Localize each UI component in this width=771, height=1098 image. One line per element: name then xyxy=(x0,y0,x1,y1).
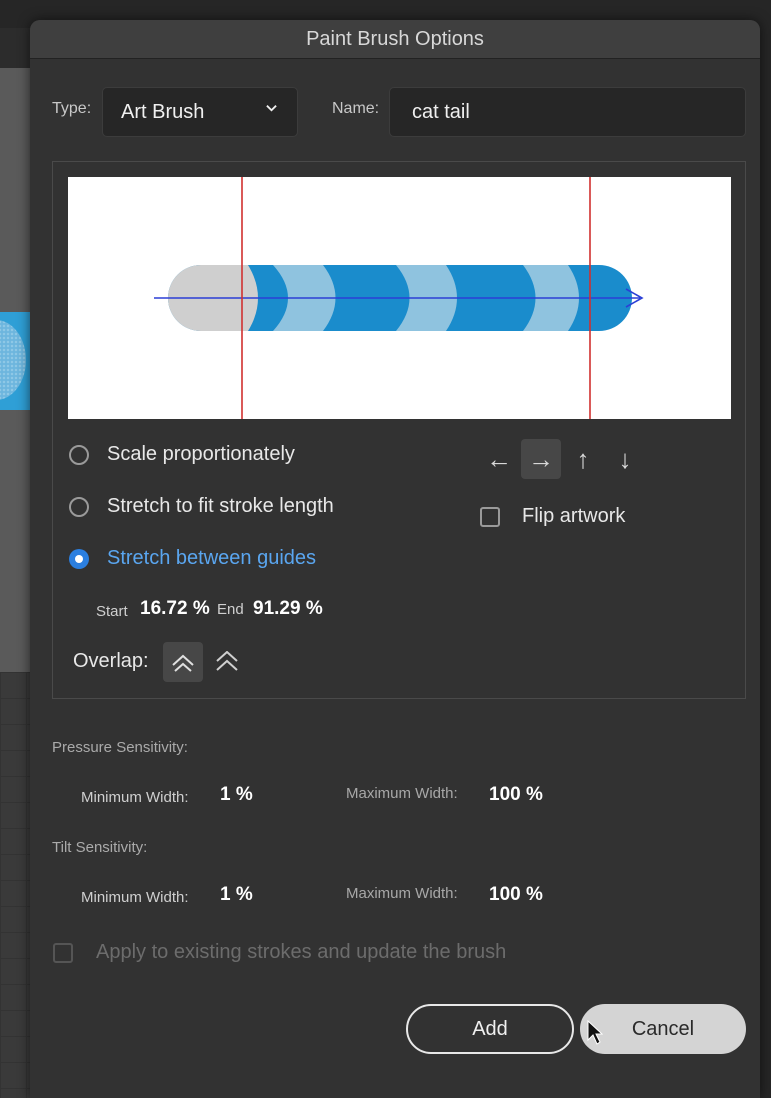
start-label: Start xyxy=(96,603,128,620)
pressure-sensitivity-label: Pressure Sensitivity: xyxy=(52,739,188,756)
direction-left-button[interactable]: ← xyxy=(479,439,519,479)
chevron-down-icon xyxy=(266,105,277,112)
mouse-pointer-icon xyxy=(587,1020,603,1045)
type-dropdown[interactable]: Art Brush xyxy=(102,87,298,137)
apply-existing-strokes-checkbox[interactable] xyxy=(53,943,73,963)
scale-proportionately-label: Scale proportionately xyxy=(107,443,295,465)
stretch-between-guides-label: Stretch between guides xyxy=(107,547,317,569)
stretch-to-fit-label: Stretch to fit stroke length xyxy=(107,495,334,517)
radio-stretch-between-guides[interactable] xyxy=(69,549,89,569)
dialog-title[interactable]: Paint Brush Options xyxy=(30,20,760,59)
tilt-min-width-label: Minimum Width: xyxy=(81,889,189,906)
apply-existing-strokes-label: Apply to existing strokes and update the… xyxy=(96,941,507,963)
pressure-max-width-label: Maximum Width: xyxy=(346,785,458,802)
name-label: Name: xyxy=(332,100,380,117)
brush-preview xyxy=(68,177,731,419)
app-canvas-grid xyxy=(0,672,32,1098)
direction-right-button[interactable]: → xyxy=(521,439,561,479)
pressure-max-width-value[interactable]: 100 % xyxy=(489,784,543,806)
overlap-adjust-icon xyxy=(172,654,194,672)
direction-down-button[interactable]: ↓ xyxy=(605,439,645,479)
radio-scale-proportionately[interactable] xyxy=(69,445,89,465)
radio-stretch-to-fit[interactable] xyxy=(69,497,89,517)
flip-artwork-label: Flip artwork xyxy=(522,505,626,527)
direction-up-button[interactable]: ↑ xyxy=(563,439,603,479)
name-input[interactable] xyxy=(389,87,746,137)
tilt-min-width-value[interactable]: 1 % xyxy=(220,884,253,906)
cancel-button[interactable]: Cancel xyxy=(580,1004,746,1054)
flip-artwork-checkbox[interactable] xyxy=(480,507,500,527)
tilt-max-width-label: Maximum Width: xyxy=(346,885,458,902)
overlap-label: Overlap: xyxy=(73,650,149,672)
overlap-adjust-button[interactable] xyxy=(163,642,203,682)
brush-preview-artwork xyxy=(154,177,644,419)
end-label: End xyxy=(217,601,244,618)
add-button[interactable]: Add xyxy=(406,1004,574,1054)
tilt-max-width-value[interactable]: 100 % xyxy=(489,884,543,906)
type-label: Type: xyxy=(52,100,92,117)
overlap-none-button[interactable] xyxy=(207,642,247,682)
start-value[interactable]: 16.72 % xyxy=(140,598,210,620)
tilt-sensitivity-label: Tilt Sensitivity: xyxy=(52,839,148,856)
overlap-none-icon xyxy=(216,651,238,671)
app-canvas-artwork xyxy=(0,312,32,410)
type-value: Art Brush xyxy=(121,100,205,123)
pressure-min-width-label: Minimum Width: xyxy=(81,789,189,806)
end-value[interactable]: 91.29 % xyxy=(253,598,323,620)
pressure-min-width-value[interactable]: 1 % xyxy=(220,784,253,806)
